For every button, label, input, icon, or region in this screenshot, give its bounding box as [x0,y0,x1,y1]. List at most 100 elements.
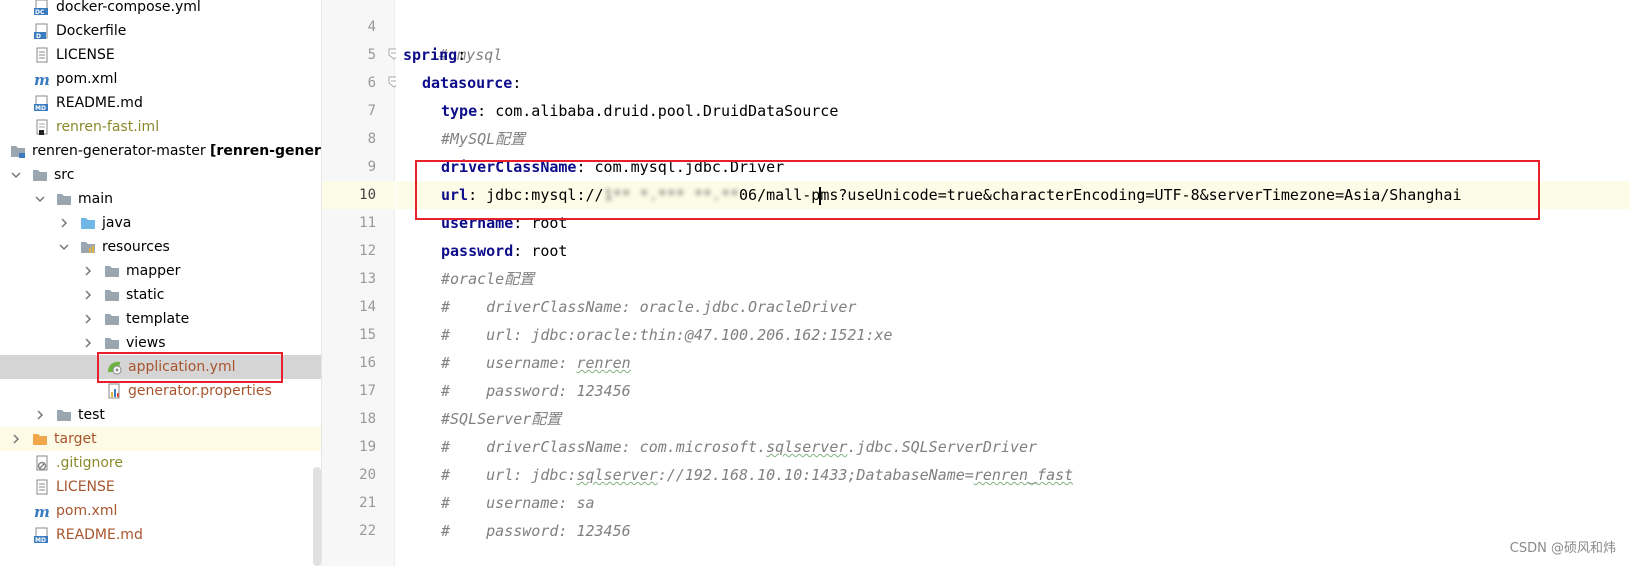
folder-icon [56,191,72,207]
svg-text:MD: MD [35,105,46,111]
tree-item-pom-2[interactable]: m pom.xml [0,499,321,523]
line-number: 21 [359,495,376,511]
tree-item-java[interactable]: java [0,211,321,235]
tree-item-static[interactable]: static [0,283,321,307]
chevron-right-icon[interactable] [10,433,22,445]
line-number: 11 [359,215,376,231]
chevron-right-icon[interactable] [82,313,94,325]
folder-icon [104,311,120,327]
tree-item-module[interactable]: renren-generator-master [renren-generato… [0,139,321,163]
code-editor[interactable]: # mysql spring: datasource: type: com.al… [396,0,1630,566]
svg-text:m: m [34,503,50,519]
line-number: 17 [359,383,376,399]
tree-item-main[interactable]: main [0,187,321,211]
line-number: 6 [367,75,376,91]
markdown-file-icon: MD [34,527,50,544]
code-line-15: # url: jdbc:oracle:thin:@47.100.206.162:… [441,326,893,344]
module-name: renren-generator-master [32,143,206,159]
tree-item-pom[interactable]: m pom.xml [0,67,321,91]
chevron-right-icon[interactable] [82,265,94,277]
tree-item-application-yml[interactable]: application.yml [0,355,321,379]
line-number: 22 [359,523,376,539]
code-line-16: # username: renren [441,354,631,372]
project-tree: DC docker-compose.yml D Dockerfile LICEN… [0,0,322,566]
tree-item-iml[interactable]: renren-fast.iml [0,115,321,139]
code-line-9: driverClassName: com.mysql.jdbc.Driver [441,158,785,176]
tree-item-views[interactable]: views [0,331,321,355]
tree-item-generator-properties[interactable]: generator.properties [0,379,321,403]
svg-text:m: m [34,71,50,87]
svg-text:DC: DC [35,9,45,15]
tree-item-readme[interactable]: MD README.md [0,91,321,115]
tree-item-dockerfile[interactable]: D Dockerfile [0,19,321,43]
chevron-right-icon[interactable] [82,289,94,301]
folder-icon [104,287,120,303]
line-number: 9 [367,159,376,175]
tree-item-test[interactable]: test [0,403,321,427]
svg-text:MD: MD [35,537,46,543]
tree-item-target[interactable]: target [0,427,321,451]
code-line-12: password: root [441,242,568,260]
folder-icon [32,167,48,183]
code-line-20: # url: jdbc:sqlserver://192.168.10.10:14… [441,466,1074,484]
markdown-file-icon: MD [34,95,50,112]
code-line-21: # username: sa [441,494,595,512]
iml-file-icon [34,119,50,135]
source-folder-icon [80,215,96,231]
tree-item-src[interactable]: src [0,163,321,187]
tree-item-mapper[interactable]: mapper [0,259,321,283]
code-line-4: # mysql [439,46,503,64]
line-number: 5 [367,47,376,63]
chevron-down-icon[interactable] [58,241,70,253]
module-tag: [renren-generator] [210,143,321,159]
code-line-10-current[interactable]: url: jdbc:mysql://1** *.*** **.**06/mall… [396,181,1630,209]
folder-icon [56,407,72,423]
code-line-7: type: com.alibaba.druid.pool.DruidDataSo… [441,102,839,120]
tree-item-license[interactable]: LICENSE [0,43,321,67]
maven-file-icon: m [34,503,50,521]
tree-item-gitignore[interactable]: .gitignore [0,451,321,475]
docker-compose-file-icon: DC [34,0,50,16]
gitignore-file-icon [34,455,50,471]
code-line-6: datasource: [422,74,522,92]
folder-icon [104,335,120,351]
line-number: 8 [367,131,376,147]
text-file-icon [34,47,50,63]
tree-scrollbar[interactable] [313,467,321,566]
chevron-down-icon[interactable] [34,193,46,205]
svg-text:D: D [36,33,41,39]
tree-item-template[interactable]: template [0,307,321,331]
spring-config-icon [106,359,122,375]
folder-icon [104,263,120,279]
resources-folder-icon [80,239,96,255]
line-number: 16 [359,355,376,371]
code-line-8: #MySQL配置 [441,130,526,148]
code-line-17: # password: 123456 [441,382,631,400]
maven-file-icon: m [34,71,50,89]
tree-item-license-2[interactable]: LICENSE [0,475,321,499]
tree-item-docker-compose[interactable]: DC docker-compose.yml [0,0,321,19]
code-line-18: #SQLServer配置 [441,410,562,428]
line-number: 19 [359,439,376,455]
text-file-icon [34,479,50,495]
chevron-right-icon[interactable] [34,409,46,421]
code-line-11: username: root [441,214,568,232]
watermark: CSDN @硕风和炜 [1509,541,1616,556]
code-line-5: spring: [403,46,467,64]
excluded-folder-icon [32,431,48,447]
chevron-down-icon[interactable] [10,169,22,181]
line-number: 14 [359,299,376,315]
line-number: 12 [359,243,376,259]
line-number-current: 10 [322,181,395,209]
line-number: 7 [367,103,376,119]
line-number: 13 [359,271,376,287]
chevron-right-icon[interactable] [58,217,70,229]
line-number: 15 [359,327,376,343]
tree-item-resources[interactable]: resources [0,235,321,259]
chevron-right-icon[interactable] [82,337,94,349]
tree-item-readme-2[interactable]: MD README.md [0,523,321,547]
code-line-19: # driverClassName: com.microsoft.sqlserv… [441,438,1038,456]
code-line-14: # driverClassName: oracle.jdbc.OracleDri… [441,298,857,316]
editor-gutter: 4 5 6 7 8 9 10 11 12 13 14 15 16 17 18 1… [322,0,395,566]
line-number: 4 [367,19,376,35]
